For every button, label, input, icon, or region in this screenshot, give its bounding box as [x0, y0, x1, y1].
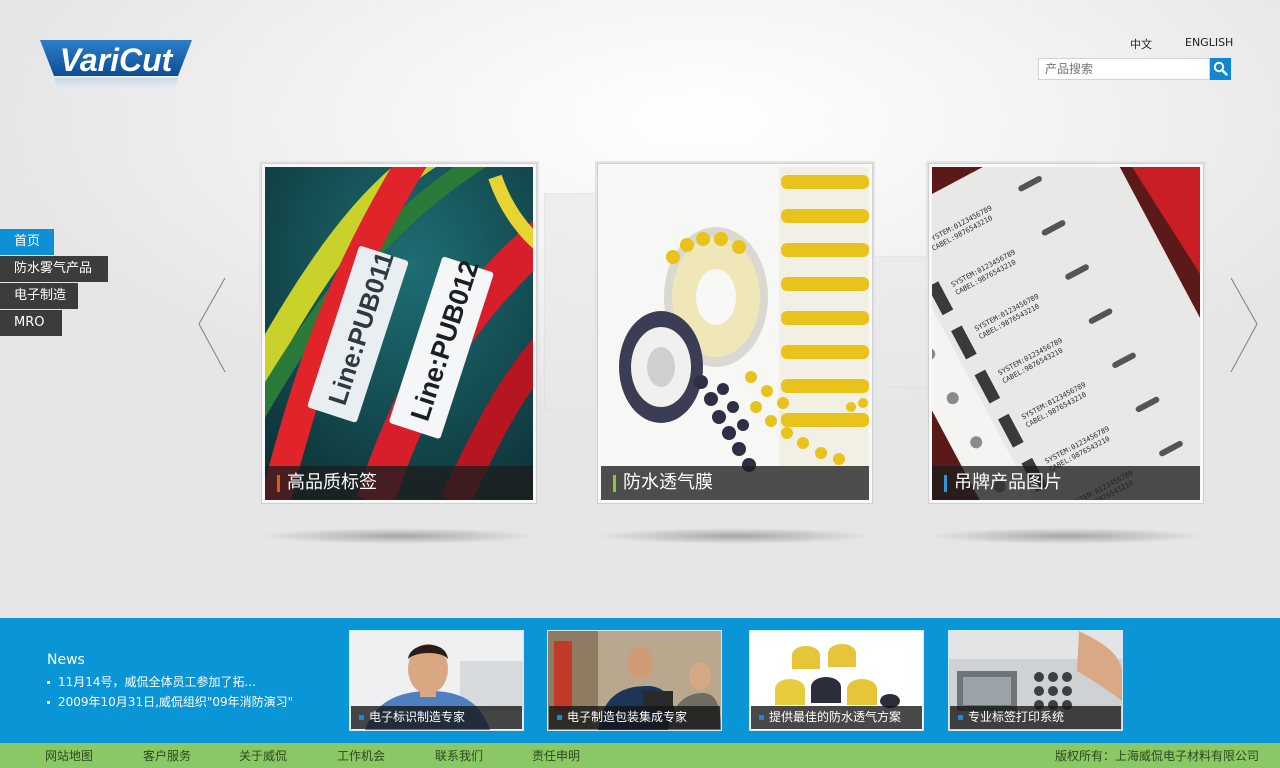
card-caption: 高品质标签: [265, 466, 533, 500]
card-caption: 吊牌产品图片: [932, 466, 1200, 500]
copyright-text: 版权所有：上海威侃电子材料有限公司: [1054, 749, 1259, 763]
membrane-photo: [601, 167, 869, 500]
lang-chinese-link[interactable]: 中文: [1130, 36, 1152, 52]
logo-icon: VariCut: [40, 40, 192, 96]
chevron-left-icon: [198, 277, 226, 373]
footer-link-careers[interactable]: 工作机会: [337, 747, 385, 764]
footer-link-customer-service[interactable]: 客户服务: [143, 747, 191, 764]
card-caption-text: 吊牌产品图片: [954, 472, 1062, 493]
card-image-membrane: 防水透气膜: [601, 167, 869, 500]
nav-item-electronics[interactable]: 电子制造: [0, 283, 78, 309]
news-item-text[interactable]: 11月14号，威侃全体员工参加了拓...: [58, 675, 256, 689]
card-caption-text: 高品质标签: [287, 472, 377, 493]
thumb-caption-text: 提供最佳的防水透气方案: [769, 710, 902, 724]
thumb-caption: 电子标识制造专家: [351, 706, 522, 729]
bullet-icon: [958, 715, 963, 720]
nav-item-home[interactable]: 首页: [0, 229, 54, 255]
search-icon: [1213, 61, 1228, 76]
card-image-labels: Line:PUB011 Line:PUB012 高品质标签: [265, 167, 533, 500]
footer-link-contact[interactable]: 联系我们: [435, 747, 483, 764]
varicut-logo[interactable]: VariCut: [40, 40, 192, 100]
news-item-text[interactable]: 2009年10月31日,威侃组织"09年消防演习": [58, 695, 293, 709]
product-card-tags[interactable]: SYSTEM:0123456789 CABEL:9876543210 SYSTEM…: [928, 163, 1204, 504]
logo-wordmark: VariCut: [60, 42, 174, 78]
bullet-icon: [359, 715, 364, 720]
footer-link-disclaimer[interactable]: 责任申明: [532, 747, 580, 764]
news-item[interactable]: 2009年10月31日,威侃组织"09年消防演习": [47, 693, 293, 710]
carousel-next-arrow[interactable]: [1228, 276, 1258, 376]
bullet-icon: [557, 715, 562, 720]
thumb-caption: 电子制造包装集成专家: [549, 706, 720, 729]
caption-accent-bar: [277, 475, 280, 492]
card-shadow: [597, 528, 873, 544]
caption-accent-bar: [944, 475, 947, 492]
tags-photo: SYSTEM:0123456789CABEL:9876543210 SYSTEM…: [932, 167, 1200, 500]
carousel-prev-arrow[interactable]: [196, 276, 226, 376]
feature-thumb-labeling[interactable]: 电子标识制造专家: [349, 630, 524, 731]
thumb-caption-text: 专业标签打印系统: [968, 710, 1065, 724]
lang-english-link[interactable]: ENGLISH: [1185, 36, 1233, 49]
product-card-labels[interactable]: Line:PUB011 Line:PUB012 高品质标签: [261, 163, 537, 504]
thumb-caption-text: 电子标识制造专家: [369, 710, 466, 724]
hero-stage: VariCut 中文 ENGLISH 首页 防水雾气产品 电子制造 MRO: [0, 0, 1280, 618]
feature-thumb-packaging[interactable]: 电子制造包装集成专家: [547, 630, 722, 731]
feature-thumb-printing[interactable]: 专业标签打印系统: [948, 630, 1123, 731]
bullet-icon: [47, 681, 50, 684]
thumb-caption: 专业标签打印系统: [950, 706, 1121, 729]
bullet-icon: [47, 701, 50, 704]
card-image-tags: SYSTEM:0123456789 CABEL:9876543210 SYSTEM…: [932, 167, 1200, 500]
nav-item-waterproof[interactable]: 防水雾气产品: [0, 256, 108, 282]
search-button[interactable]: [1210, 58, 1231, 80]
card-caption: 防水透气膜: [601, 466, 869, 500]
background-card: [868, 256, 934, 388]
feature-thumb-membrane[interactable]: 提供最佳的防水透气方案: [749, 630, 924, 731]
product-search: [1038, 58, 1231, 80]
thumb-caption-text: 电子制造包装集成专家: [567, 710, 688, 724]
search-input[interactable]: [1038, 58, 1210, 80]
footer-link-sitemap[interactable]: 网站地图: [45, 747, 93, 764]
caption-accent-bar: [613, 475, 616, 492]
labels-photo: Line:PUB011 Line:PUB012: [265, 167, 533, 500]
chevron-right-icon: [1230, 277, 1258, 373]
nav-item-mro[interactable]: MRO: [0, 310, 62, 336]
footer: 网站地图 客户服务 关于威侃 工作机会 联系我们 责任申明 版权所有：上海威侃电…: [0, 743, 1280, 768]
card-shadow: [261, 528, 537, 544]
product-card-membrane[interactable]: 防水透气膜: [597, 163, 873, 504]
card-shadow: [928, 528, 1204, 544]
footer-link-about[interactable]: 关于威侃: [239, 747, 287, 764]
news-strip: News 11月14号，威侃全体员工参加了拓... 2009年10月31日,威侃…: [0, 618, 1280, 743]
card-caption-text: 防水透气膜: [623, 472, 713, 493]
thumb-caption: 提供最佳的防水透气方案: [751, 706, 922, 729]
news-item[interactable]: 11月14号，威侃全体员工参加了拓...: [47, 673, 256, 690]
bullet-icon: [759, 715, 764, 720]
news-title: News: [47, 652, 85, 668]
